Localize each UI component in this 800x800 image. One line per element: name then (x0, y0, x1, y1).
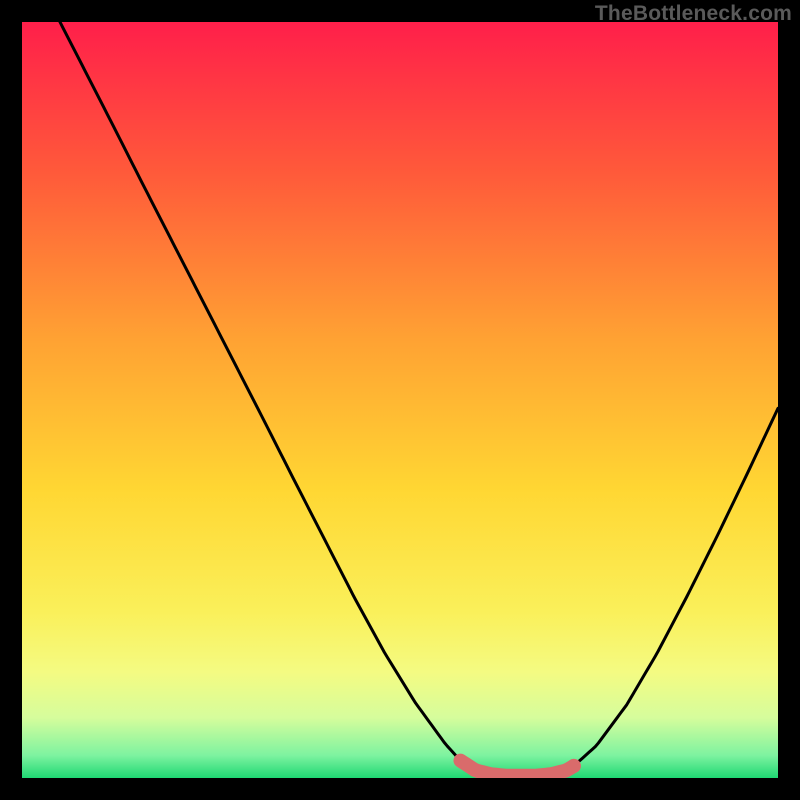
gradient-background (22, 22, 778, 778)
chart-svg (22, 22, 778, 778)
bottleneck-chart (22, 22, 778, 778)
optimal-marker (567, 759, 581, 773)
